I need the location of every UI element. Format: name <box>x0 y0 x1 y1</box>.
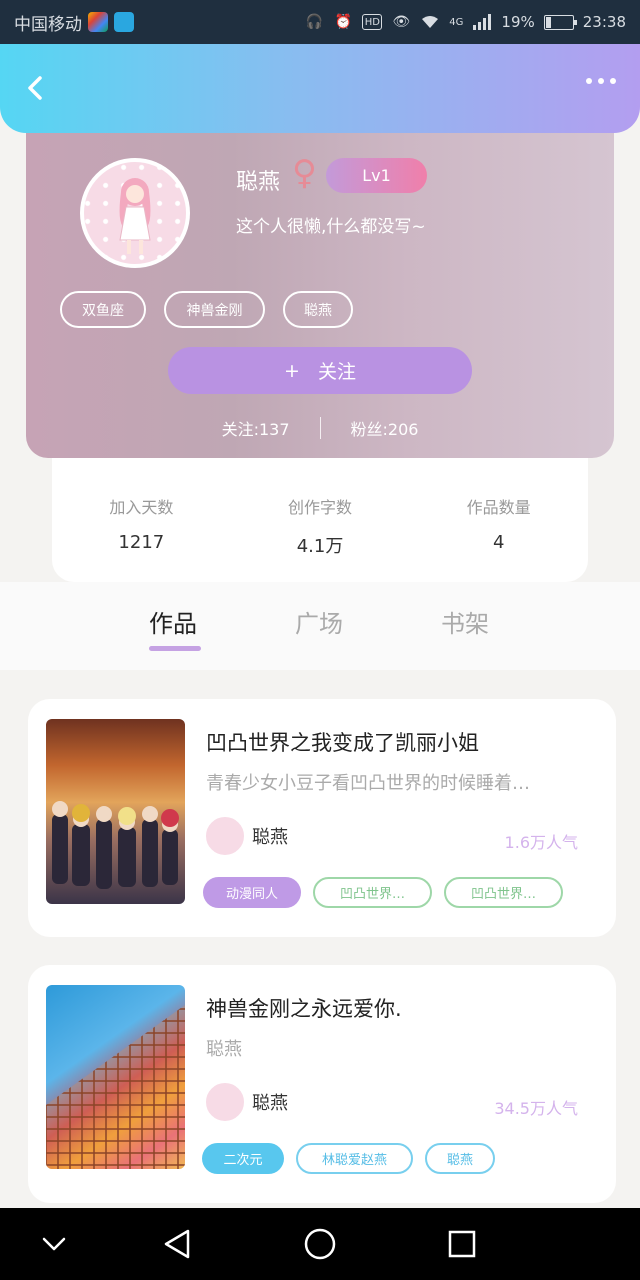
stat-value: 1217 <box>118 532 165 553</box>
battery-percent: 19% <box>501 13 535 31</box>
signal-icon <box>472 14 492 30</box>
author-name: 聪燕 <box>252 827 288 848</box>
plus-icon: + <box>284 359 300 382</box>
chevron-down-icon[interactable] <box>34 1224 74 1264</box>
follow-counts: 关注:137 粉丝:206 <box>26 416 614 440</box>
work-description: 聪燕 <box>206 1039 242 1060</box>
chevron-left-icon[interactable] <box>22 74 50 102</box>
profile-tag[interactable]: 双鱼座 <box>60 291 146 328</box>
work-card[interactable]: 凹凸世界之我变成了凯丽小姐 青春少女小豆子看凹凸世界的时候睡着… 聪燕 1.6万… <box>28 699 616 937</box>
avatar[interactable] <box>80 158 190 268</box>
stat-join-days: 加入天数 1217 <box>52 458 231 582</box>
profile-tag[interactable]: 神兽金刚 <box>164 291 265 328</box>
profile-tags: 双鱼座 神兽金刚 聪燕 <box>60 291 353 328</box>
network-type-label: 4G <box>449 16 464 28</box>
work-tag[interactable]: 凹凸世界… <box>313 877 432 908</box>
author-avatar <box>204 815 246 857</box>
tab-square[interactable]: 广场 <box>295 604 343 639</box>
recents-square-icon[interactable] <box>442 1224 482 1264</box>
status-bar: 中国移动 🎧 ⏰ HD 👁 4G 19% 23:38 <box>0 0 640 44</box>
battery-fill <box>545 16 551 28</box>
profile-name: 聪燕 <box>236 170 281 195</box>
work-cover-image[interactable] <box>46 985 185 1169</box>
stat-work-count: 作品数量 4 <box>409 458 588 582</box>
tab-works[interactable]: 作品 <box>149 604 197 639</box>
author-name: 聪燕 <box>252 1093 288 1114</box>
level-badge: Lv1 <box>326 158 427 193</box>
stat-label: 加入天数 <box>109 498 174 517</box>
following-count[interactable]: 关注:137 <box>222 416 290 440</box>
wifi-icon <box>420 14 440 30</box>
work-tag[interactable]: 聪燕 <box>425 1143 495 1174</box>
top-header <box>0 44 640 133</box>
work-title[interactable]: 神兽金刚之永远爱你. <box>206 993 402 1023</box>
system-nav-bar <box>0 1208 640 1280</box>
active-tab-indicator <box>149 646 201 651</box>
battery-icon <box>543 14 577 30</box>
follow-button-label: 关注 <box>317 361 356 383</box>
tab-bookshelf[interactable]: 书架 <box>441 604 489 639</box>
app-notification-icon <box>88 12 108 32</box>
work-tag[interactable]: 二次元 <box>202 1143 284 1174</box>
work-description: 青春少女小豆子看凹凸世界的时候睡着… <box>206 773 530 794</box>
stat-value: 4 <box>492 532 505 553</box>
work-card[interactable]: 神兽金刚之永远爱你. 聪燕 聪燕 34.5万人气 二次元 林聪爱赵燕 聪燕 <box>28 965 616 1203</box>
divider <box>319 417 321 439</box>
stats-card: 加入天数 1217 创作字数 4.1万 作品数量 4 <box>52 458 588 582</box>
work-tag[interactable]: 林聪爱赵燕 <box>296 1143 413 1174</box>
work-tags: 动漫同人 凹凸世界… 凹凸世界… <box>203 877 563 908</box>
work-tag[interactable]: 凹凸世界… <box>444 877 563 908</box>
female-gender-icon: ♀ <box>292 153 317 193</box>
tab-bar: 作品 广场 书架 <box>0 582 640 670</box>
home-circle-icon[interactable] <box>300 1224 340 1264</box>
author-avatar <box>204 1081 246 1123</box>
headphones-icon: 🎧 <box>305 14 324 30</box>
clock: 23:38 <box>582 13 626 31</box>
work-tag[interactable]: 动漫同人 <box>203 877 301 908</box>
work-cover-image[interactable] <box>46 719 185 904</box>
fans-count[interactable]: 粉丝:206 <box>351 416 419 440</box>
follow-button[interactable]: + 关注 <box>168 347 472 394</box>
stat-value: 4.1万 <box>296 536 344 557</box>
profile-bio: 这个人很懒,什么都没写~ <box>236 217 426 237</box>
alarm-icon: ⏰ <box>334 14 353 30</box>
work-author[interactable]: 聪燕 <box>204 815 288 857</box>
work-tags: 二次元 林聪爱赵燕 聪燕 <box>202 1143 495 1174</box>
stat-label: 作品数量 <box>466 498 531 517</box>
more-dots-icon[interactable] <box>586 78 616 84</box>
back-triangle-icon[interactable] <box>158 1224 198 1264</box>
carrier-label: 中国移动 <box>14 14 82 35</box>
work-popularity: 34.5万人气 <box>494 1099 578 1118</box>
work-author[interactable]: 聪燕 <box>204 1081 288 1123</box>
hd-icon: HD <box>362 14 383 30</box>
shield-app-icon <box>114 12 134 32</box>
eye-icon: 👁 <box>392 14 411 30</box>
work-popularity: 1.6万人气 <box>504 833 578 852</box>
stat-word-count: 创作字数 4.1万 <box>231 458 410 582</box>
profile-tag[interactable]: 聪燕 <box>283 291 353 328</box>
work-title[interactable]: 凹凸世界之我变成了凯丽小姐 <box>206 727 479 757</box>
avatar-image <box>84 162 186 264</box>
stat-label: 创作字数 <box>288 498 353 517</box>
